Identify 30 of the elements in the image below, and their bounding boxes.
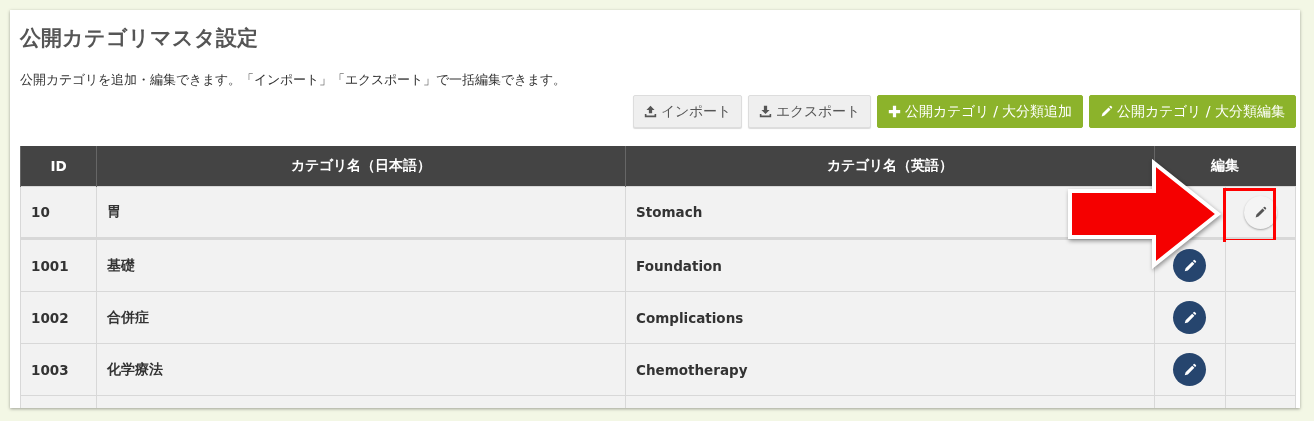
table-cell: 1001 — [20, 238, 97, 292]
column-header: カテゴリ名（日本語） — [96, 146, 626, 187]
column-header: カテゴリ名（英語） — [625, 146, 1155, 187]
table-cell: Foundation — [625, 238, 1155, 292]
table-cell: 1002 — [20, 291, 97, 344]
page-description: 公開カテゴリを追加・編集できます。「インポート」「エクスポート」で一括編集できます。 — [20, 71, 567, 89]
table-cell: 10 — [20, 186, 97, 239]
table-cell: Complications — [625, 291, 1155, 344]
page-title: 公開カテゴリマスタ設定 — [20, 25, 259, 52]
table-cell: 化学療法 — [96, 343, 626, 396]
pencil-icon — [1100, 105, 1114, 118]
plus-icon — [887, 105, 901, 118]
table-cell: 1003 — [20, 343, 97, 396]
table-cell: 基礎 — [96, 238, 626, 292]
edit-button[interactable] — [1173, 249, 1207, 282]
pencil-icon — [1253, 205, 1267, 219]
edit-button[interactable] — [1173, 353, 1207, 386]
pencil-icon — [1182, 310, 1197, 325]
table-cell: 胃 — [96, 186, 626, 239]
pencil-icon — [1182, 258, 1197, 273]
table-cell: Chemotherapy — [625, 343, 1155, 396]
export-button[interactable]: エクスポート — [747, 95, 871, 128]
column-header: 編集 — [1154, 146, 1296, 187]
upload-icon — [643, 105, 657, 118]
table-cell: 合併症 — [96, 291, 626, 344]
column-header: ID — [20, 146, 97, 187]
edit-button[interactable] — [1173, 301, 1207, 334]
import-button[interactable]: インポート — [632, 95, 742, 128]
download-icon — [758, 105, 772, 118]
pencil-icon — [1182, 362, 1197, 377]
